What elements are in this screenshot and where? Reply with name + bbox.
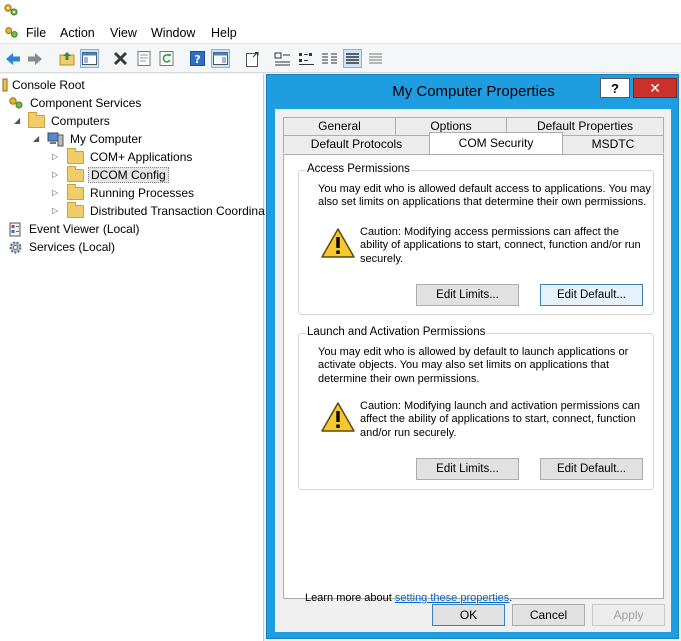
svg-text:?: ?: [194, 53, 200, 66]
launch-activation-permissions-group: Launch and Activation Permissions You ma…: [298, 326, 654, 490]
group-description: You may edit who is allowed by default t…: [318, 346, 629, 385]
learn-more-prefix: Learn more about: [305, 592, 395, 604]
tree-node-label: Computers: [51, 114, 110, 128]
tree-node-label: Running Processes: [90, 186, 195, 200]
expanded-chevron-icon[interactable]: ◢: [33, 134, 43, 144]
show-hide-action-pane-icon[interactable]: [211, 49, 230, 68]
tree-node-label: Component Services: [30, 96, 142, 110]
tree-node-label: COM+ Applications: [90, 150, 193, 164]
forward-arrow-icon[interactable]: [25, 49, 44, 68]
window-title-strip: [0, 0, 681, 22]
properties-dialog: My Computer Properties ? ✕ General Optio…: [266, 74, 679, 639]
access-permissions-group: Access Permissions You may edit who is a…: [298, 163, 654, 315]
menu-bar: File Action View Window Help: [0, 22, 681, 44]
tab-com-security[interactable]: COM Security: [429, 132, 563, 154]
collapsed-chevron-icon[interactable]: ▷: [52, 152, 62, 162]
expanded-chevron-icon[interactable]: ◢: [14, 116, 24, 126]
tree-node-label: Services (Local): [29, 240, 116, 254]
tree-node-dcom-config[interactable]: ▷ DCOM Config: [52, 165, 169, 184]
collapsed-chevron-icon[interactable]: ▷: [52, 188, 62, 198]
menu-file[interactable]: File: [26, 26, 46, 40]
tab-general[interactable]: General: [283, 117, 396, 135]
edit-limits-button[interactable]: Edit Limits...: [416, 284, 519, 306]
console-root-icon: [2, 78, 8, 92]
caution-text: Caution: Modifying launch and activation…: [360, 400, 641, 439]
export-list-icon[interactable]: [243, 49, 262, 68]
tree-node-label: Distributed Transaction Coordina: [90, 204, 265, 218]
tree-node-computers[interactable]: ◢ Computers: [14, 111, 112, 130]
show-hide-tree-icon[interactable]: [80, 49, 99, 68]
detail-view-icon[interactable]: [343, 49, 362, 68]
tree-node-label: DCOM Config: [88, 167, 169, 183]
refresh-icon[interactable]: [157, 49, 176, 68]
up-folder-icon[interactable]: [57, 49, 76, 68]
ok-button[interactable]: OK: [432, 604, 505, 626]
system-menu-icon[interactable]: [4, 25, 19, 40]
tab-msdtc[interactable]: MSDTC: [562, 135, 664, 153]
cancel-button[interactable]: Cancel: [512, 604, 585, 626]
folder-icon: [67, 147, 84, 164]
learn-more-link[interactable]: setting these properties: [395, 592, 509, 604]
tree-node-label: Event Viewer (Local): [29, 222, 140, 236]
tree-node-distributed-transaction-coordinator[interactable]: ▷ Distributed Transaction Coordina: [52, 201, 267, 220]
tree-node-label: Console Root: [12, 78, 85, 92]
small-icons-view-icon[interactable]: [297, 49, 316, 68]
tree-node-component-services[interactable]: Component Services: [8, 94, 143, 112]
tree-node-my-computer[interactable]: ◢ My Computer: [33, 130, 144, 148]
menu-action[interactable]: Action: [60, 26, 95, 40]
caution-text: Caution: Modifying access permissions ca…: [360, 226, 641, 265]
collapsed-chevron-icon[interactable]: ▷: [52, 206, 62, 216]
component-services-icon: [9, 97, 23, 109]
tree-node-services[interactable]: Services (Local): [8, 238, 117, 256]
close-button[interactable]: ✕: [633, 78, 677, 98]
computer-icon: [47, 132, 64, 146]
back-arrow-icon[interactable]: [3, 49, 22, 68]
tree-node-console-root[interactable]: Console Root: [2, 76, 87, 94]
large-icons-view-icon[interactable]: [273, 49, 292, 68]
column-view-icon[interactable]: [366, 49, 385, 68]
folder-icon: [67, 201, 84, 218]
tree-node-event-viewer[interactable]: Event Viewer (Local): [8, 220, 142, 238]
list-view-icon[interactable]: [320, 49, 339, 68]
learn-more-text: Learn more about setting these propertie…: [305, 592, 512, 604]
edit-limits-button[interactable]: Edit Limits...: [416, 458, 519, 480]
menu-window[interactable]: Window: [151, 26, 195, 40]
apply-button[interactable]: Apply: [592, 604, 665, 626]
tree-node-running-processes[interactable]: ▷ Running Processes: [52, 183, 196, 202]
warning-icon: [321, 228, 355, 258]
group-legend: Access Permissions: [306, 163, 411, 175]
com-security-panel: Access Permissions You may edit who is a…: [283, 154, 664, 604]
console-tree: Console Root Component Services ◢ Comput…: [0, 74, 267, 641]
menu-view[interactable]: View: [110, 26, 137, 40]
folder-icon: [67, 183, 84, 200]
learn-more-suffix: .: [509, 592, 513, 604]
dialog-body: General Options Default Properties Defau…: [275, 109, 671, 632]
close-icon: ✕: [649, 79, 661, 96]
collapsed-chevron-icon[interactable]: ▷: [52, 170, 62, 180]
tree-node-com-plus-applications[interactable]: ▷ COM+ Applications: [52, 147, 194, 166]
delete-icon[interactable]: [111, 49, 130, 68]
properties-icon[interactable]: [134, 49, 153, 68]
group-description: You may edit who is allowed default acce…: [318, 183, 651, 209]
warning-icon: [321, 402, 355, 432]
edit-default-button[interactable]: Edit Default...: [540, 284, 643, 306]
folder-icon: [28, 111, 45, 128]
edit-default-button[interactable]: Edit Default...: [540, 458, 643, 480]
event-viewer-icon: [9, 222, 21, 236]
services-gear-icon: [9, 241, 22, 253]
help-button[interactable]: ?: [600, 78, 630, 98]
tab-default-protocols[interactable]: Default Protocols: [283, 135, 430, 153]
component-services-app-icon: [4, 4, 18, 16]
tree-node-label: My Computer: [70, 132, 143, 146]
folder-icon: [67, 165, 84, 182]
menu-help[interactable]: Help: [211, 26, 237, 40]
group-legend: Launch and Activation Permissions: [306, 326, 487, 338]
toolbar: ?: [0, 45, 681, 73]
help-icon[interactable]: ?: [188, 49, 207, 68]
